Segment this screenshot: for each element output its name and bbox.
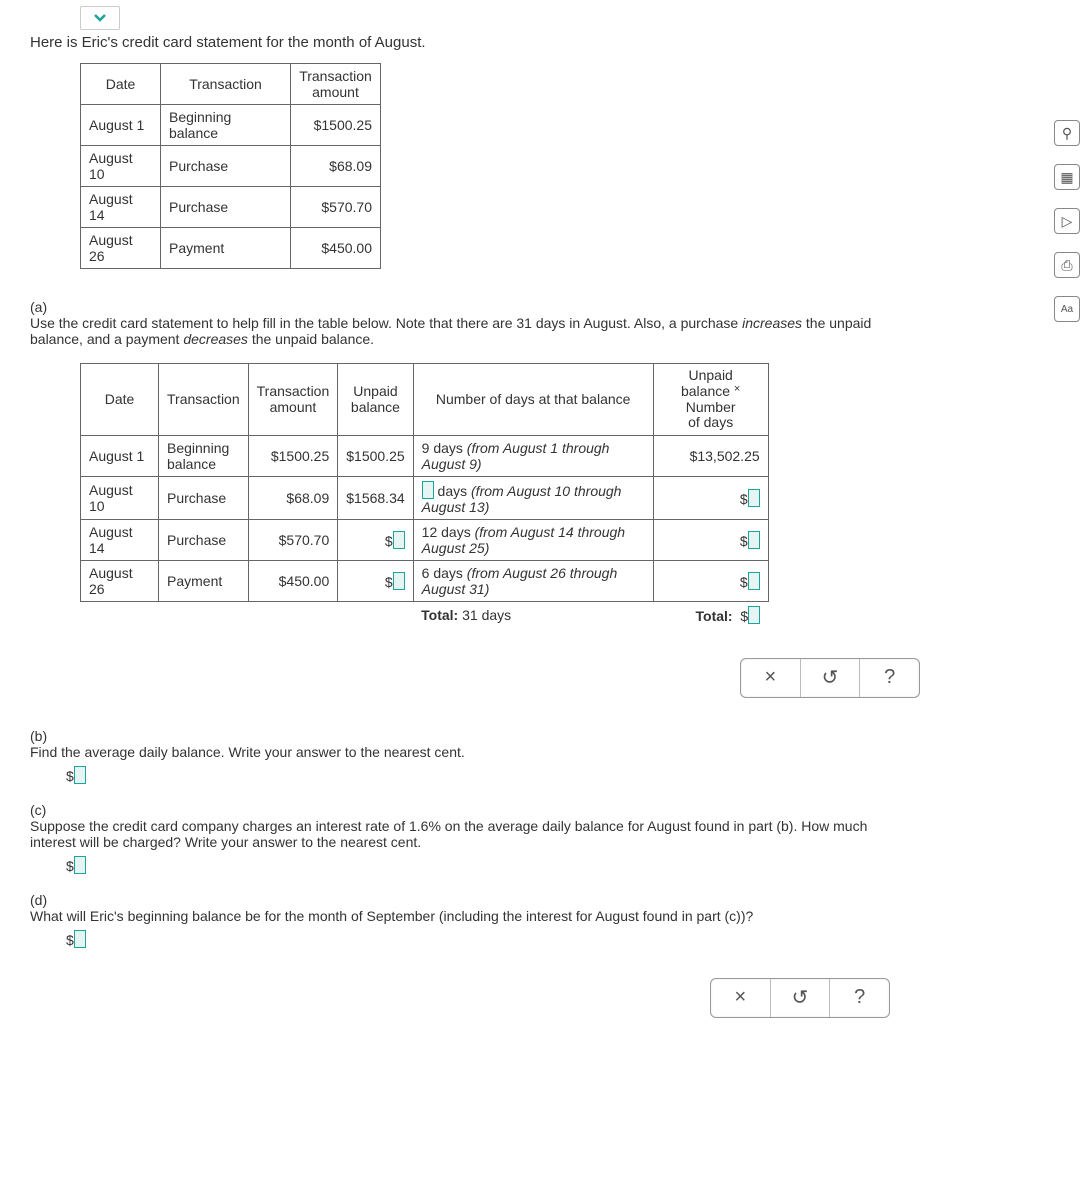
part-a-text: Use the credit card statement to help fi… — [30, 315, 910, 347]
print-icon[interactable]: ⎙ — [1054, 252, 1080, 278]
table-row: August 26 Payment $450.00 $ 6 days (from… — [81, 560, 769, 601]
col-transaction: Transaction — [161, 64, 291, 105]
chevron-down-icon — [93, 13, 107, 23]
help-button[interactable]: ? — [859, 659, 919, 697]
answer-c-input[interactable] — [74, 856, 86, 874]
part-b-text: Find the average daily balance. Write yo… — [30, 744, 910, 760]
table-row: August 1 Beginning balance $1500.25 — [81, 105, 381, 146]
col-date: Date — [81, 64, 161, 105]
part-c-text: Suppose the credit card company charges … — [30, 818, 910, 850]
product-input-row2[interactable] — [748, 489, 760, 507]
table-row: August 1 Beginning balance $1500.25 $150… — [81, 435, 769, 476]
ws-col-date: Date — [81, 364, 159, 436]
calculator-icon[interactable]: ▦ — [1054, 164, 1080, 190]
col-amount: Transaction amount — [291, 64, 381, 105]
intro-text: Here is Eric's credit card statement for… — [30, 34, 930, 51]
ws-col-transaction: Transaction — [159, 364, 249, 436]
table-row: August 10 Purchase $68.09 $1568.34 days … — [81, 476, 769, 519]
help-button[interactable]: ? — [829, 979, 889, 1017]
unpaid-input-row4[interactable] — [393, 572, 405, 590]
total-row: Total: 31 days Total: $ — [81, 601, 769, 628]
clear-button[interactable]: × — [741, 659, 800, 697]
part-a-label: (a) — [30, 299, 54, 315]
part-d: (d) What will Eric's beginning balance b… — [30, 892, 930, 948]
statement-table: Date Transaction Transaction amount Augu… — [80, 63, 381, 269]
part-c-label: (c) — [30, 802, 54, 818]
ws-col-amount: Transaction amount — [248, 364, 338, 436]
collapse-toggle[interactable] — [80, 6, 120, 30]
product-input-row3[interactable] — [748, 531, 760, 549]
answer-d-input[interactable] — [74, 930, 86, 948]
unpaid-input-row3[interactable] — [393, 531, 405, 549]
font-icon[interactable]: Aa — [1054, 296, 1080, 322]
ws-col-days: Number of days at that balance — [413, 364, 653, 436]
ws-col-unpaid: Unpaid balance — [338, 364, 413, 436]
worksheet-table: Date Transaction Transaction amount Unpa… — [80, 363, 769, 628]
part-b: (b) Find the average daily balance. Writ… — [30, 728, 930, 784]
answer-b-input[interactable] — [74, 766, 86, 784]
action-bar-a: × ↺ ? — [740, 658, 920, 698]
part-d-label: (d) — [30, 892, 54, 908]
reset-button[interactable]: ↺ — [770, 979, 830, 1017]
part-a: (a) Use the credit card statement to hel… — [30, 299, 930, 347]
clear-button[interactable]: × — [711, 979, 770, 1017]
table-row: August 14 Purchase $570.70 $ 12 days (fr… — [81, 519, 769, 560]
product-input-row4[interactable] — [748, 572, 760, 590]
play-icon[interactable]: ▷ — [1054, 208, 1080, 234]
action-bar-bottom: × ↺ ? — [710, 978, 890, 1018]
sidebar-tools: ⚲ ▦ ▷ ⎙ Aa — [1054, 120, 1080, 322]
table-row: August 26 Payment $450.00 — [81, 228, 381, 269]
part-b-label: (b) — [30, 728, 54, 744]
total-product-input[interactable] — [748, 606, 760, 624]
table-row: August 14 Purchase $570.70 — [81, 187, 381, 228]
explore-icon[interactable]: ⚲ — [1054, 120, 1080, 146]
days-input-row2[interactable] — [422, 481, 434, 499]
table-row: August 10 Purchase $68.09 — [81, 146, 381, 187]
ws-col-product: Unpaidbalance × Numberof days — [653, 364, 768, 436]
part-d-text: What will Eric's beginning balance be fo… — [30, 908, 910, 924]
part-c: (c) Suppose the credit card company char… — [30, 802, 930, 874]
reset-button[interactable]: ↺ — [800, 659, 860, 697]
